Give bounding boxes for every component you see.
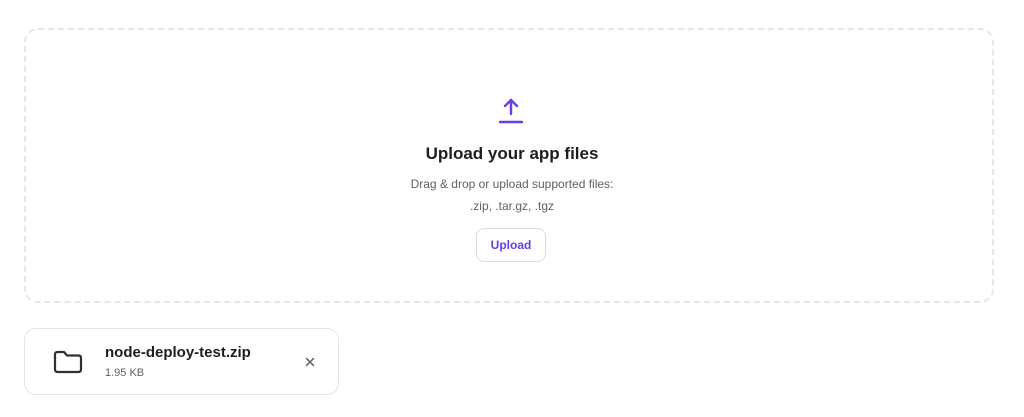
supported-file-types: .zip, .tar.gz, .tgz [469,199,555,213]
upload-arrow-icon [498,98,524,124]
file-size: 1.95 KB [105,367,145,379]
file-name: node-deploy-test.zip [105,344,251,361]
dropzone-title: Upload your app files [425,144,599,163]
close-icon[interactable] [302,354,318,370]
upload-button[interactable]: Upload [476,228,546,262]
folder-icon [53,350,83,374]
dropzone-description: Drag & drop or upload supported files: [410,177,614,191]
